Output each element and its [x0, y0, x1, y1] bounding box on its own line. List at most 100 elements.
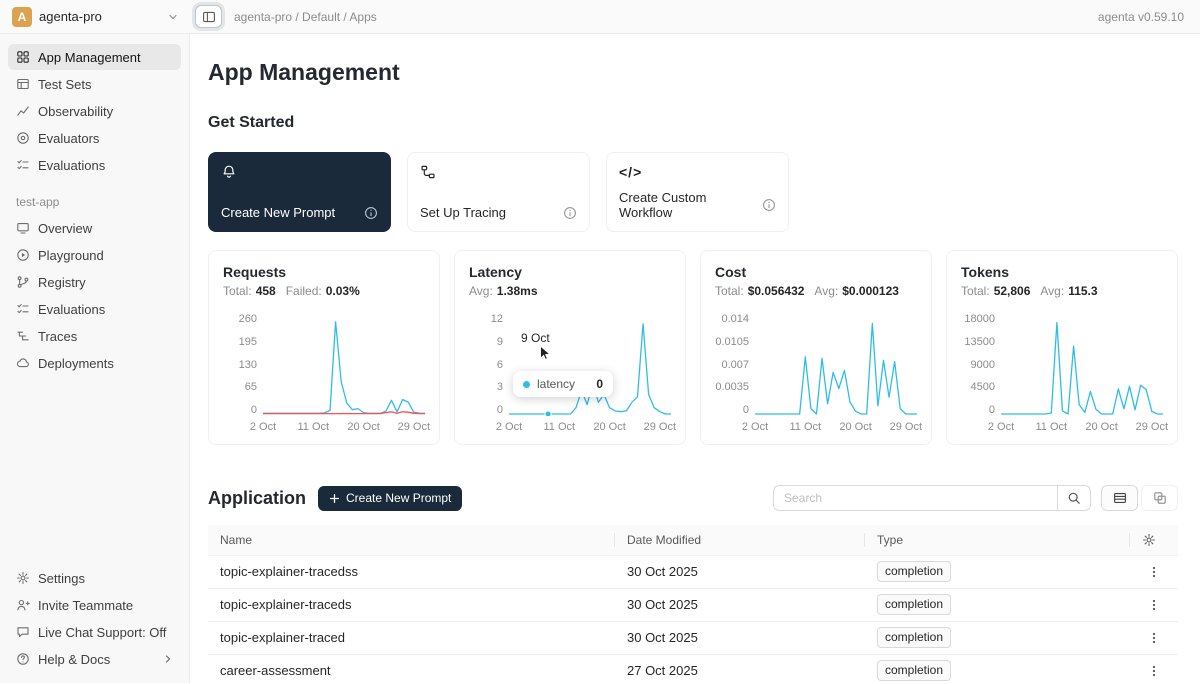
row-actions-button[interactable]	[1142, 593, 1166, 617]
monitor-icon	[16, 221, 30, 235]
y-axis-labels: 260195130650	[223, 314, 257, 416]
row-actions-button[interactable]	[1142, 659, 1166, 683]
sidebar-item-test-sets[interactable]: Test Sets	[8, 71, 181, 97]
sidebar-item-invite-teammate[interactable]: Invite Teammate	[8, 592, 181, 618]
sidebar-item-playground[interactable]: Playground	[8, 242, 181, 268]
requests-stat-card: Requests Total:458 Failed:0.03% 26019513…	[208, 250, 440, 445]
plus-icon	[329, 493, 340, 504]
breadcrumb[interactable]: agenta-pro / Default / Apps	[234, 10, 377, 24]
cost-chart[interactable]: 0.0140.01050.0070.003502 Oct11 Oct20 Oct…	[715, 314, 917, 432]
info-circle-icon[interactable]	[762, 198, 776, 212]
stat-subtitle: Avg:1.38ms	[469, 284, 671, 298]
row-actions-button[interactable]	[1142, 626, 1166, 650]
table-row[interactable]: topic-explainer-traceds 30 Oct 2025 comp…	[208, 588, 1178, 621]
stat-label: Avg:	[469, 284, 493, 298]
stat-label: Avg:	[1040, 284, 1064, 298]
column-settings[interactable]	[1130, 525, 1178, 555]
latency-line-plot	[509, 314, 671, 416]
app-name[interactable]: topic-explainer-traceds	[208, 588, 615, 621]
card-view-icon	[1153, 491, 1167, 505]
app-name[interactable]: career-assessment	[208, 654, 615, 683]
plot-area: 2 Oct11 Oct20 Oct29 Oct	[755, 314, 917, 432]
tokens-chart[interactable]: 18000135009000450002 Oct11 Oct20 Oct29 O…	[961, 314, 1163, 432]
workspace-name: agenta-pro	[39, 9, 102, 24]
sidebar-item-label: Test Sets	[38, 77, 91, 92]
stat-value: 458	[256, 284, 276, 298]
column-header-date-modified: Date Modified	[615, 525, 865, 555]
sidebar-item-overview[interactable]: Overview	[8, 215, 181, 241]
chevron-right-icon	[163, 654, 173, 664]
stat-title: Cost	[715, 264, 917, 280]
sidebar-item-traces[interactable]: Traces	[8, 323, 181, 349]
sidebar-toggle-button[interactable]	[195, 5, 222, 28]
mouse-cursor-icon	[539, 345, 552, 361]
create-new-prompt-button[interactable]: Create New Prompt	[318, 486, 462, 511]
type-tag: completion	[877, 594, 951, 615]
card-view-button[interactable]	[1141, 485, 1178, 511]
sidebar-item-observability[interactable]: Observability	[8, 98, 181, 124]
applications-table: Name Date Modified Type topic-explainer-…	[208, 525, 1178, 683]
info-circle-icon[interactable]	[364, 206, 378, 220]
table-row[interactable]: topic-explainer-traced 30 Oct 2025 compl…	[208, 621, 1178, 654]
trend-icon	[16, 104, 30, 118]
search-box	[773, 485, 1091, 511]
column-header-type: Type	[865, 525, 1130, 555]
create-new-prompt-card[interactable]: Create New Prompt	[208, 152, 391, 232]
app-type-cell: completion	[865, 588, 1130, 621]
search-button[interactable]	[1057, 485, 1091, 511]
user-add-icon	[16, 598, 30, 612]
stat-label: Avg:	[814, 284, 838, 298]
gear-icon	[16, 571, 30, 585]
stat-title: Latency	[469, 264, 671, 280]
sidebar-item-evaluations[interactable]: Evaluations	[8, 152, 181, 178]
type-tag: completion	[877, 627, 951, 648]
branch-icon	[16, 275, 30, 289]
info-circle-icon[interactable]	[563, 206, 577, 220]
workspace-selector[interactable]: A agenta-pro	[0, 7, 190, 27]
help-icon	[16, 652, 30, 666]
gear-icon	[1142, 533, 1166, 547]
search-input[interactable]	[773, 485, 1057, 511]
sidebar-item-evaluators[interactable]: Evaluators	[8, 125, 181, 151]
play-icon	[16, 248, 30, 262]
main-content: App Management Get Started Create New Pr…	[190, 34, 1200, 683]
sidebar-item-deployments[interactable]: Deployments	[8, 350, 181, 376]
sidebar-item-registry[interactable]: Registry	[8, 269, 181, 295]
sidebar-item-label: App Management	[38, 50, 141, 65]
sidebar-item-help-docs[interactable]: Help & Docs	[8, 646, 181, 672]
sidebar-item-app-evaluations[interactable]: Evaluations	[8, 296, 181, 322]
table-view-button[interactable]	[1101, 485, 1138, 511]
chat-icon	[16, 625, 30, 639]
sidebar-item-label: Registry	[38, 275, 86, 290]
sidebar: App Management Test Sets Observability E…	[0, 34, 190, 683]
dots-vertical-icon	[1147, 598, 1161, 612]
stat-title: Tokens	[961, 264, 1163, 280]
set-up-tracing-card[interactable]: Set Up Tracing	[407, 152, 590, 232]
app-name[interactable]: topic-explainer-tracedss	[208, 555, 615, 588]
type-tag: completion	[877, 660, 951, 681]
y-axis-labels: 129630	[469, 314, 503, 416]
sidebar-item-live-chat-support[interactable]: Live Chat Support: Off	[8, 619, 181, 645]
stat-label: Total:	[961, 284, 990, 298]
view-mode-toggle	[1101, 485, 1178, 511]
table-row[interactable]: topic-explainer-tracedss 30 Oct 2025 com…	[208, 555, 1178, 588]
application-header: Application Create New Prompt	[208, 485, 1178, 511]
create-custom-workflow-card[interactable]: </> Create Custom Workflow	[606, 152, 789, 232]
search-icon	[1067, 491, 1081, 505]
requests-chart[interactable]: 2601951306502 Oct11 Oct20 Oct29 Oct	[223, 314, 425, 432]
tooltip-value: 0	[596, 377, 603, 391]
sidebar-item-app-management[interactable]: App Management	[8, 44, 181, 70]
x-axis-labels: 2 Oct11 Oct20 Oct29 Oct	[755, 416, 917, 432]
app-name[interactable]: topic-explainer-traced	[208, 621, 615, 654]
requests-line-plot	[263, 314, 425, 416]
sidebar-item-settings[interactable]: Settings	[8, 565, 181, 591]
cost-line-plot	[755, 314, 917, 416]
chart-hover-date: 9 Oct	[521, 331, 550, 345]
app-date-modified: 30 Oct 2025	[615, 588, 865, 621]
app-version: agenta v0.59.10	[1098, 10, 1200, 24]
card-label: Set Up Tracing	[420, 205, 506, 220]
table-row[interactable]: career-assessment 27 Oct 2025 completion	[208, 654, 1178, 683]
stat-value: 115.3	[1068, 284, 1097, 298]
row-actions-cell	[1130, 588, 1178, 621]
row-actions-button[interactable]	[1142, 560, 1166, 584]
